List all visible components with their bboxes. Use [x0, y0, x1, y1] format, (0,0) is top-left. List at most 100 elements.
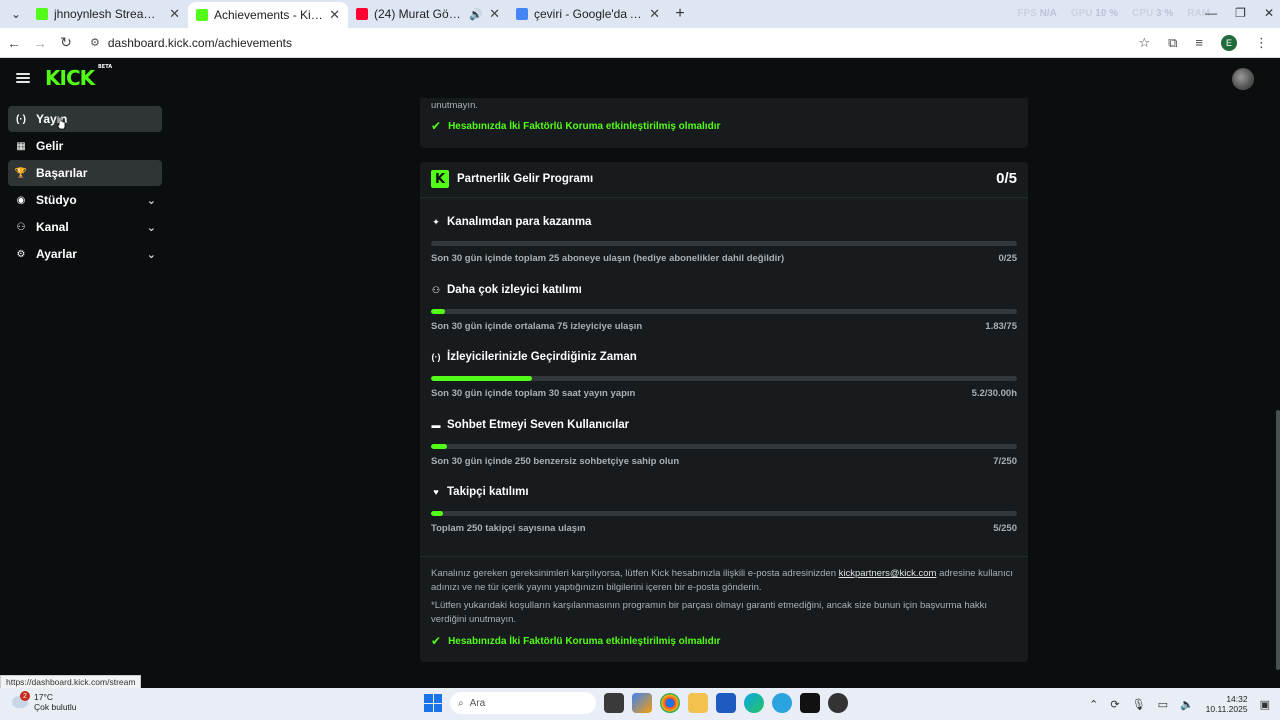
system-stat: FPS N/A [1017, 8, 1056, 19]
stat-value: N/A [1039, 8, 1057, 19]
tab-audio-icon[interactable]: 🔊 [469, 8, 483, 21]
footnote-tail: unutmayın. [431, 100, 478, 111]
window-controls: — ❐ ✕ [1205, 6, 1274, 20]
goal-progress-bar [431, 241, 1017, 246]
browser-tab[interactable]: Achievements - Kick Dashboard ✕ [188, 2, 348, 28]
broadcast-icon: (·) [431, 352, 441, 362]
chevron-down-icon[interactable]: ⌄ [147, 221, 156, 234]
sidebar-item[interactable]: ◉ Stüdyo ⌄ [8, 187, 162, 213]
hamburger-menu-icon[interactable] [16, 73, 30, 83]
minimize-icon[interactable]: — [1205, 6, 1217, 20]
stat-label: GPU [1070, 8, 1093, 19]
back-icon[interactable]: ← [2, 35, 26, 51]
card-header: K Partnerlik Gelir Programı 0/5 [420, 162, 1028, 198]
store-icon[interactable] [716, 693, 736, 713]
browser-tab[interactable]: çeviri - Google'da Ara ✕ [508, 0, 668, 28]
reload-icon[interactable]: ↻ [54, 34, 78, 51]
close-tab-icon[interactable]: ✕ [649, 6, 660, 22]
task-view-icon[interactable] [604, 693, 624, 713]
capcut-icon[interactable] [800, 693, 820, 713]
goal-progress-bar [431, 444, 1017, 449]
chevron-down-icon[interactable]: ⌄ [147, 248, 156, 261]
close-tab-icon[interactable]: ✕ [169, 6, 180, 22]
beta-badge: BETA [98, 64, 113, 70]
taskbar-search[interactable]: ⌕ Ara [450, 692, 596, 714]
media-icon[interactable]: ≡ [1195, 35, 1203, 50]
cloud-icon: 2 [12, 691, 30, 708]
tab-favicon-icon [196, 9, 208, 21]
copilot-icon[interactable] [632, 693, 652, 713]
goal-progress-bar [431, 511, 1017, 516]
clock[interactable]: 14:32 10.11.2025 [1206, 694, 1248, 714]
chrome-icon[interactable] [660, 693, 680, 713]
instructions-text: Kanalınız gereken gereksinimleri karşılı… [431, 568, 839, 579]
tab-favicon-icon [356, 8, 368, 20]
url-field[interactable]: ⚙ dashboard.kick.com/achievements [86, 31, 1138, 55]
goal-title-row: ♥ Takipçi katılımı [431, 486, 1017, 498]
stat-value: 3 % [1155, 8, 1174, 19]
start-button[interactable] [424, 694, 442, 712]
tabs-container: jhnoynlesh Stream - Watch Live✕Achieveme… [28, 0, 668, 28]
microphone-icon[interactable]: 🎙 [1132, 698, 1146, 711]
revenue-icon: ▦ [16, 140, 26, 152]
maximize-icon[interactable]: ❐ [1235, 6, 1246, 20]
goal-title-row: ⚇ Daha çok izleyici katılımı [431, 284, 1017, 296]
sidebar-item[interactable]: 🏆 Başarılar [8, 160, 162, 186]
goal-description: Son 30 gün içinde toplam 30 saat yayın y… [431, 388, 636, 399]
sidebar-item-label: Başarılar [36, 166, 88, 180]
sidebar-item-label: Stüdyo [36, 193, 77, 207]
goal-progress-fill [431, 309, 446, 314]
chevron-up-icon[interactable]: ⌃ [1089, 698, 1098, 711]
telegram-icon[interactable] [772, 693, 792, 713]
close-tab-icon[interactable]: ✕ [489, 6, 500, 22]
forward-icon[interactable]: → [28, 35, 52, 51]
bookmark-star-icon[interactable]: ☆ [1138, 35, 1150, 51]
kick-logo[interactable]: KICK BETA [45, 64, 112, 90]
tab-search-dropdown-icon[interactable]: ⌄ [4, 4, 28, 24]
page-scrollbar[interactable] [1276, 410, 1280, 670]
two-factor-requirement: ✔ Hesabınızda İki Faktörlü Koruma etkinl… [431, 634, 720, 648]
dashboard-sidebar: (·) Yayın ▦ Gelir 🏆 Başarılar ◉ Stüdyo ⌄ ⚇ Kanal ⌄ ⚙… [8, 106, 162, 268]
volume-icon[interactable]: 🔈 [1180, 698, 1194, 711]
stat-label: FPS [1017, 8, 1037, 19]
browser-tab[interactable]: (24) Murat Göğebakan - Vu 🔊 ✕ [348, 0, 508, 28]
sidebar-item[interactable]: (·) Yayın [8, 106, 162, 132]
network-icon[interactable]: ▭ [1158, 698, 1168, 711]
sidebar-item[interactable]: ▦ Gelir [8, 133, 162, 159]
goal-item: ✦ Kanalımdan para kazanma Son 30 gün içind… [431, 216, 1017, 264]
sidebar-item-label: Gelir [36, 139, 64, 153]
profile-avatar[interactable]: E [1221, 34, 1237, 51]
system-stats-overlay: FPS N/A GPU 10 % CPU 3 % RAM [1017, 8, 1210, 19]
weather-widget[interactable]: 2 17°C Çok bulutlu [12, 691, 77, 712]
clock-date: 10.11.2025 [1205, 704, 1248, 714]
system-tray: ⌃ ⟳ 🎙 ▭ 🔈 14:32 10.11.2025 ▣ [1089, 694, 1270, 714]
new-tab-button[interactable]: + [668, 5, 692, 23]
link-status-url: https://dashboard.kick.com/stream [0, 675, 142, 689]
goal-title: İzleyicilerinizle Geçirdiğiniz Zaman [447, 351, 637, 363]
url-text: dashboard.kick.com/achievements [107, 35, 292, 50]
goals-completed-count: 0/5 [996, 170, 1017, 187]
site-info-icon[interactable]: ⚙ [90, 36, 100, 49]
sync-icon[interactable]: ⟳ [1110, 698, 1119, 711]
goal-value: 0/25 [998, 253, 1018, 264]
user-avatar[interactable] [1232, 68, 1254, 90]
goal-item: ▬ Sohbet Etmeyi Seven Kullanıcılar Son 30 … [431, 419, 1017, 467]
chevron-down-icon[interactable]: ⌄ [147, 194, 156, 207]
extensions-icon[interactable]: ⧉ [1168, 35, 1177, 51]
obs-icon[interactable] [828, 693, 848, 713]
tab-title: (24) Murat Göğebakan - Vu [374, 7, 463, 21]
browser-tab[interactable]: jhnoynlesh Stream - Watch Live ✕ [28, 0, 188, 28]
file-explorer-icon[interactable] [688, 693, 708, 713]
gear-icon: ⚙ [16, 248, 26, 260]
edge-icon[interactable] [744, 693, 764, 713]
close-window-icon[interactable]: ✕ [1264, 6, 1274, 20]
partner-email-link[interactable]: kickpartners@kick.com [839, 568, 937, 579]
goal-title-row: ▬ Sohbet Etmeyi Seven Kullanıcılar [431, 419, 1017, 431]
notifications-icon[interactable]: ▣ [1260, 698, 1270, 711]
close-tab-icon[interactable]: ✕ [329, 7, 340, 23]
sidebar-item[interactable]: ⚙ Ayarlar ⌄ [8, 241, 162, 267]
goal-value: 5/250 [993, 523, 1017, 534]
sidebar-item[interactable]: ⚇ Kanal ⌄ [8, 214, 162, 240]
tab-title: Achievements - Kick Dashboard [214, 8, 323, 22]
browser-menu-icon[interactable]: ⋮ [1255, 35, 1268, 51]
